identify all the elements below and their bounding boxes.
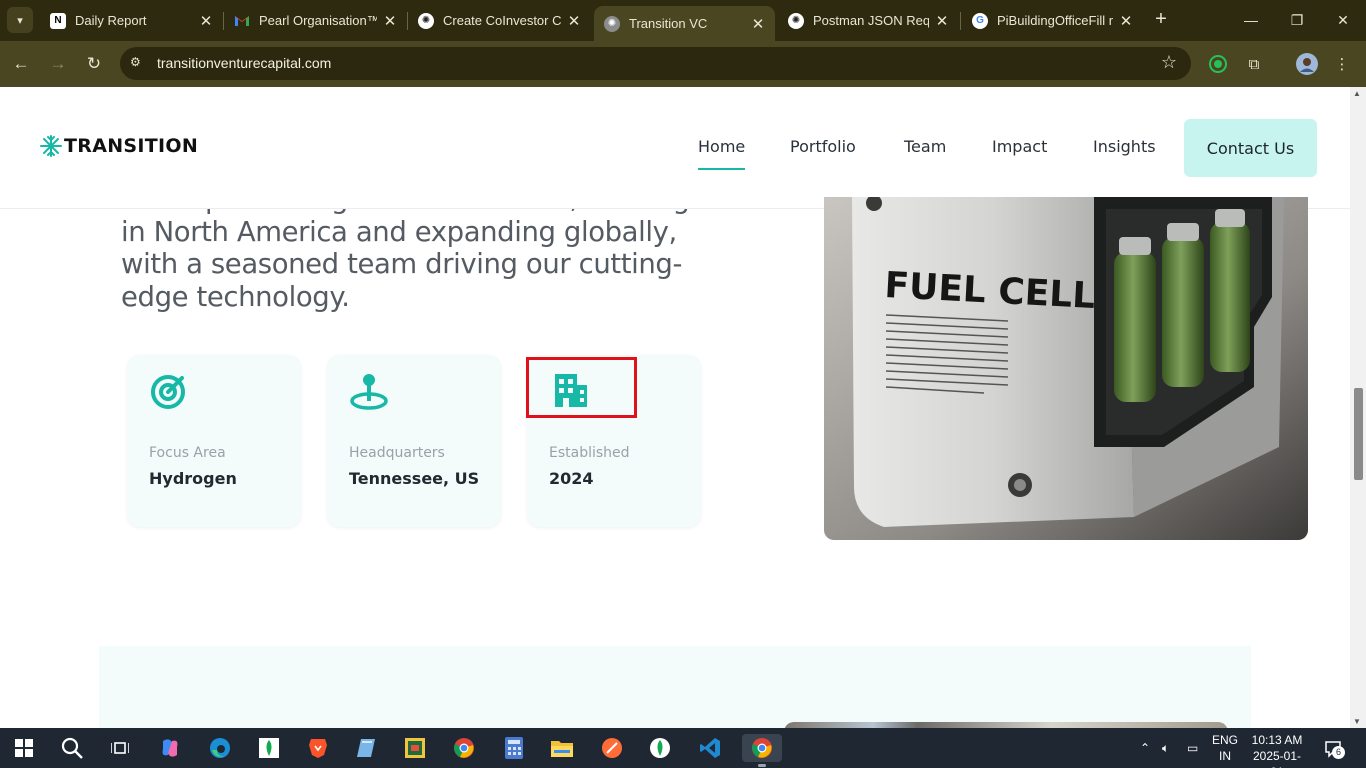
task-view-icon[interactable] (106, 734, 134, 762)
browser-toolbar: ← → ↻ ⚙ transitionventurecapital.com ☆ ⧉… (0, 41, 1366, 87)
snowflake-logo-icon (40, 135, 62, 157)
map-pin-icon (350, 374, 388, 410)
browser-tabstrip: ▾ N Daily Report ✕ Pearl Organisation™ M… (0, 0, 1366, 41)
image-viewer-icon[interactable] (401, 734, 429, 762)
close-icon[interactable]: ✕ (933, 12, 951, 30)
reload-button[interactable]: ↻ (81, 51, 107, 77)
browser-tab-1[interactable]: N Daily Report ✕ (40, 6, 223, 35)
notion-icon: N (50, 12, 66, 29)
site-header: TRANSITION Home Portfolio Team Impact In… (0, 87, 1350, 209)
window-close-button[interactable]: ✕ (1320, 0, 1366, 40)
fuel-cell-image: FUEL CELL (824, 197, 1308, 540)
vscode-icon[interactable] (696, 734, 724, 762)
stat-card-headquarters: Headquarters Tennessee, US (327, 355, 501, 527)
language-code: ENG (1212, 733, 1239, 747)
back-button[interactable]: ← (8, 51, 34, 77)
chatgpt-icon: ✺ (788, 12, 804, 29)
chatgpt-icon: ✺ (604, 15, 620, 32)
scroll-up-icon[interactable]: ▲ (1353, 89, 1361, 98)
tab-title: Pearl Organisation™ M (259, 13, 377, 28)
contact-us-button[interactable]: Contact Us (1184, 119, 1317, 177)
nav-home[interactable]: Home (698, 137, 746, 170)
brave-browser-icon[interactable] (304, 734, 332, 762)
chrome-active-icon[interactable] (742, 734, 782, 767)
nav-impact[interactable]: Impact (992, 137, 1047, 156)
notification-center-icon[interactable]: 6 (1324, 740, 1345, 761)
profile-avatar[interactable] (1296, 53, 1318, 75)
gmail-icon (234, 13, 250, 29)
calculator-icon[interactable] (500, 734, 528, 762)
close-icon[interactable]: ✕ (565, 12, 583, 30)
site-logo[interactable]: TRANSITION (40, 135, 198, 157)
close-icon[interactable]: ✕ (381, 12, 399, 30)
web-page: We're pioneering a cleaner future, start… (0, 87, 1350, 728)
extensions-puzzle-icon[interactable]: ⧉ (1243, 53, 1265, 75)
copilot-icon[interactable] (156, 734, 184, 762)
file-explorer-icon[interactable] (548, 734, 576, 762)
nav-portfolio[interactable]: Portfolio (790, 137, 856, 156)
browser-tab-5[interactable]: ✺ Postman JSON Reque ✕ (778, 6, 959, 35)
forward-button[interactable]: → (45, 51, 71, 77)
card-label: Headquarters (349, 445, 445, 461)
postman-icon[interactable] (598, 734, 626, 762)
browser-tab-active[interactable]: ✺ Transition VC ✕ (594, 6, 775, 41)
tab-search-button[interactable]: ▾ (7, 7, 33, 33)
browser-tab-6[interactable]: G PiBuildingOfficeFill re ✕ (962, 6, 1143, 35)
language-indicator[interactable]: ENG IN (1212, 732, 1238, 764)
brand-name: TRANSITION (64, 135, 199, 157)
chrome-icon[interactable] (450, 734, 478, 762)
card-value: 2024 (549, 469, 594, 488)
nav-insights[interactable]: Insights (1093, 137, 1156, 156)
notification-count: 6 (1332, 746, 1345, 759)
tab-title: PiBuildingOfficeFill re (997, 13, 1113, 28)
system-clock[interactable]: 10:13 AM 2025-01-31 (1247, 732, 1307, 768)
site-info-icon[interactable]: ⚙ (130, 55, 148, 73)
region-code: IN (1219, 749, 1231, 763)
mongodb-compass-icon[interactable] (646, 734, 674, 762)
restore-button[interactable]: ❐ (1274, 0, 1320, 40)
clock-date: 2025-01-31 (1252, 749, 1302, 768)
chatgpt-icon: ✺ (418, 12, 434, 29)
tab-title: Transition VC (629, 16, 708, 31)
extension-green-icon[interactable] (1207, 53, 1229, 75)
target-icon (151, 375, 185, 409)
network-icon[interactable]: ▭ (1187, 728, 1198, 768)
edge-browser-icon[interactable] (206, 734, 234, 762)
notepad-icon[interactable] (352, 734, 380, 762)
close-icon[interactable]: ✕ (197, 12, 215, 30)
start-windows-icon[interactable] (10, 734, 38, 762)
close-icon[interactable]: ✕ (749, 15, 767, 33)
close-icon[interactable]: ✕ (1117, 12, 1135, 30)
stat-card-focus-area: Focus Area Hydrogen (127, 355, 301, 527)
card-label: Focus Area (149, 445, 226, 461)
tray-overflow-icon[interactable]: ⌃ (1140, 728, 1150, 768)
google-icon: G (972, 12, 988, 29)
tab-title: Create CoInvestor Com (443, 13, 561, 28)
next-section-band (99, 646, 1251, 728)
page-scrollbar[interactable]: ▲ ▼ (1350, 87, 1366, 728)
browser-tab-3[interactable]: ✺ Create CoInvestor Com ✕ (408, 6, 591, 35)
bookmark-star-icon[interactable]: ☆ (1161, 52, 1177, 73)
browser-menu-icon[interactable]: ⋮ (1331, 53, 1353, 75)
volume-icon[interactable]: 🔈︎ (1162, 728, 1169, 768)
windows-taskbar: ⌃ 🔈︎ ▭ ENG IN 10:13 AM 2025-01-31 6 (0, 728, 1366, 768)
card-value: Tennessee, US (349, 469, 480, 488)
new-tab-button[interactable]: + (1150, 8, 1172, 30)
card-label: Established (549, 445, 630, 461)
highlight-box (526, 357, 637, 418)
clock-time: 10:13 AM (1251, 733, 1303, 747)
minimize-button[interactable]: — (1228, 0, 1274, 40)
nav-team[interactable]: Team (904, 137, 946, 156)
tab-separator (960, 12, 961, 30)
address-bar[interactable]: ⚙ transitionventurecapital.com ☆ (120, 47, 1191, 80)
tab-title: Daily Report (75, 13, 147, 28)
url-text: transitionventurecapital.com (157, 55, 332, 71)
mongodb-icon[interactable] (255, 734, 283, 762)
scroll-down-icon[interactable]: ▼ (1353, 717, 1361, 726)
search-icon[interactable] (58, 734, 86, 762)
card-value: Hydrogen (149, 469, 237, 488)
scrollbar-thumb[interactable] (1354, 388, 1363, 480)
browser-tab-2[interactable]: Pearl Organisation™ M ✕ (224, 6, 407, 35)
tab-title: Postman JSON Reque (813, 13, 929, 28)
